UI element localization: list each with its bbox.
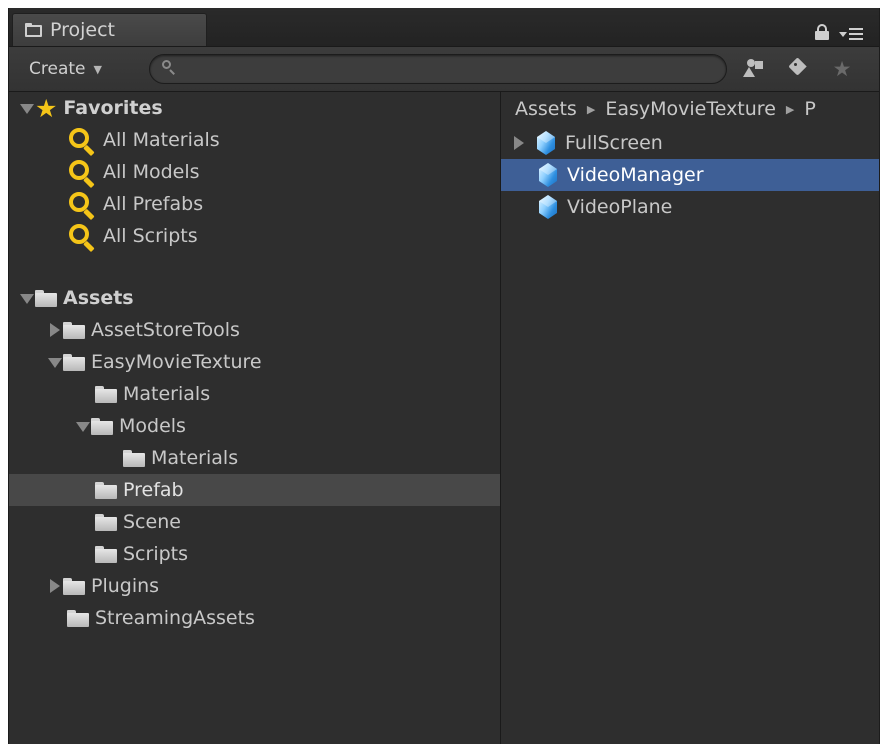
star-icon: ★ — [35, 93, 58, 123]
expand-arrow-icon[interactable] — [19, 290, 35, 306]
tree-label: All Prefabs — [103, 193, 204, 215]
folder-icon — [95, 545, 117, 563]
collapse-arrow-icon[interactable] — [47, 578, 63, 594]
tree-label: EasyMovieTexture — [91, 351, 262, 373]
asset-item-videomanager[interactable]: VideoManager — [501, 159, 879, 191]
folder-icon — [63, 321, 85, 339]
folder-icon — [25, 23, 42, 37]
folder-tree: ★ Favorites All Materials All Models All… — [9, 92, 501, 744]
tab-menu-icon[interactable] — [839, 24, 867, 40]
tree-label: Models — [119, 415, 186, 437]
tree-favorite-item[interactable]: All Models — [9, 156, 500, 188]
tree-favorite-item[interactable]: All Materials — [9, 124, 500, 156]
tree-folder-prefab[interactable]: Prefab — [9, 474, 500, 506]
tab-label: Project — [50, 19, 116, 41]
search-icon — [69, 159, 97, 185]
tree-folder-easymovietexture[interactable]: EasyMovieTexture — [9, 346, 500, 378]
lock-icon[interactable] — [815, 24, 829, 40]
collapse-arrow-icon[interactable] — [511, 135, 527, 151]
breadcrumb-item[interactable]: EasyMovieTexture — [605, 98, 776, 120]
create-button-label: Create — [29, 59, 86, 79]
prefab-cube-icon — [537, 195, 559, 219]
expand-arrow-icon[interactable] — [47, 354, 63, 370]
tree-label: Materials — [123, 383, 211, 405]
expand-arrow-icon[interactable] — [75, 418, 91, 434]
chevron-right-icon: ▶ — [785, 102, 795, 116]
tree-folder-scripts[interactable]: Scripts — [9, 538, 500, 570]
project-window: Project Create ▼ ★ ★ Favorites All Mater… — [8, 8, 880, 744]
caret-down-icon: ▼ — [93, 62, 102, 76]
folder-icon — [123, 449, 145, 467]
tree-label: Materials — [151, 447, 239, 469]
tree-label: Plugins — [91, 575, 160, 597]
tree-label: AssetStoreTools — [91, 319, 240, 341]
breadcrumb-item[interactable]: Assets — [515, 98, 577, 120]
tree-assets[interactable]: Assets — [9, 282, 500, 314]
tree-label: All Models — [103, 161, 200, 183]
tree-label: Prefab — [123, 479, 184, 501]
folder-icon — [95, 481, 117, 499]
prefab-cube-icon — [535, 131, 557, 155]
tree-label: Scripts — [123, 543, 189, 565]
tree-label: All Materials — [103, 129, 220, 151]
folder-icon — [95, 385, 117, 403]
folder-icon — [63, 577, 85, 595]
folder-icon — [35, 289, 57, 307]
tree-label: Scene — [123, 511, 181, 533]
chevron-right-icon: ▶ — [586, 102, 596, 116]
create-button[interactable]: Create ▼ — [29, 54, 102, 84]
tree-favorite-item[interactable]: All Scripts — [9, 220, 500, 252]
tree-label: Favorites — [63, 97, 163, 119]
tree-folder-assetstoretools[interactable]: AssetStoreTools — [9, 314, 500, 346]
toolbar: Create ▼ ★ — [9, 46, 879, 92]
asset-item-videoplane[interactable]: VideoPlane — [501, 191, 879, 223]
breadcrumb-item[interactable]: P — [804, 98, 815, 120]
save-search-star-icon[interactable]: ★ — [823, 55, 861, 83]
search-input[interactable] — [180, 57, 714, 83]
breadcrumb: Assets ▶ EasyMovieTexture ▶ P — [515, 95, 816, 123]
tab-strip: Project — [9, 8, 879, 46]
folder-icon — [91, 417, 113, 435]
search-icon — [162, 60, 174, 72]
tree-favorites[interactable]: ★ Favorites — [9, 92, 500, 124]
search-icon — [69, 127, 97, 153]
tree-folder-plugins[interactable]: Plugins — [9, 570, 500, 602]
search-by-type-icon[interactable] — [735, 55, 773, 83]
collapse-arrow-icon[interactable] — [47, 322, 63, 338]
tree-folder-models[interactable]: Models — [9, 410, 500, 442]
folder-icon — [95, 513, 117, 531]
asset-label: VideoPlane — [567, 196, 673, 218]
tree-label: All Scripts — [103, 225, 198, 247]
tree-folder-streamingassets[interactable]: StreamingAssets — [9, 602, 500, 634]
tree-folder-models-materials[interactable]: Materials — [9, 442, 500, 474]
tab-project[interactable]: Project — [12, 13, 207, 46]
search-box[interactable] — [149, 54, 727, 84]
search-icon — [69, 223, 97, 249]
tree-label: StreamingAssets — [95, 607, 255, 629]
expand-arrow-icon[interactable] — [19, 100, 35, 116]
tree-folder-materials[interactable]: Materials — [9, 378, 500, 410]
tree-label: Assets — [63, 287, 134, 309]
asset-item-fullscreen[interactable]: FullScreen — [501, 127, 879, 159]
asset-label: FullScreen — [565, 132, 663, 154]
tree-favorite-item[interactable]: All Prefabs — [9, 188, 500, 220]
asset-label: VideoManager — [567, 164, 704, 186]
search-icon — [69, 191, 97, 217]
folder-icon — [67, 609, 89, 627]
folder-icon — [63, 353, 85, 371]
tree-folder-scene[interactable]: Scene — [9, 506, 500, 538]
prefab-cube-icon — [537, 163, 559, 187]
search-by-label-icon[interactable] — [779, 55, 817, 83]
asset-list-pane: Assets ▶ EasyMovieTexture ▶ P FullScreen… — [501, 92, 879, 744]
